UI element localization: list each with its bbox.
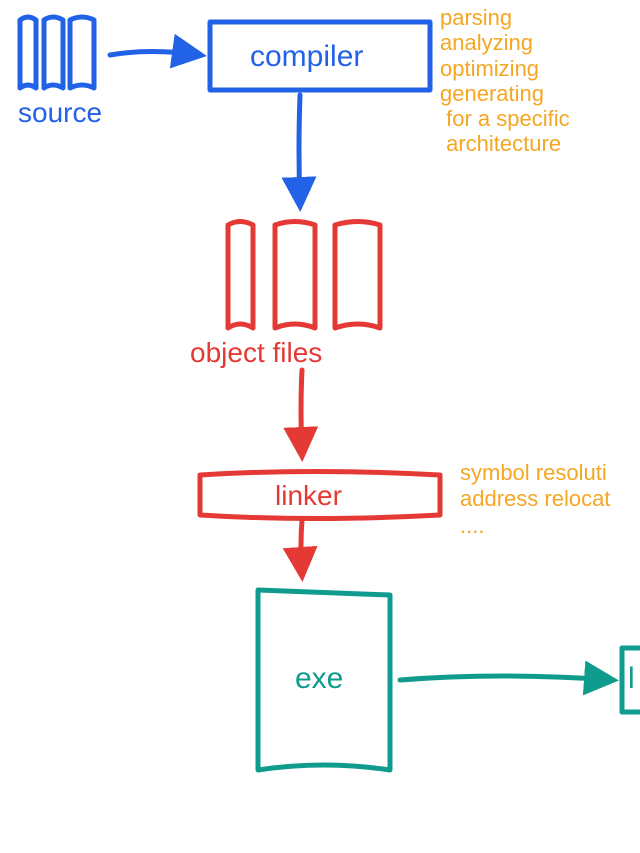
arrow-exe-to-loader [400,676,612,680]
arrow-source-to-compiler [110,52,200,56]
exe-label: exe [295,660,343,698]
arrow-object-to-linker [301,370,302,455]
source-label: source [18,95,102,130]
source-files-icon [20,17,94,88]
linker-notes: symbol resoluti address relocat .... [460,460,610,539]
arrow-linker-to-exe [301,520,302,575]
loader-partial-label: l [628,660,635,698]
arrow-compiler-to-object [299,95,300,205]
object-files-icon [228,222,380,329]
linker-label: linker [275,478,342,513]
compiler-notes: parsing analyzing optimizing generating … [440,5,570,157]
object-files-label: object files [190,335,322,370]
compiler-label: compiler [250,38,363,76]
